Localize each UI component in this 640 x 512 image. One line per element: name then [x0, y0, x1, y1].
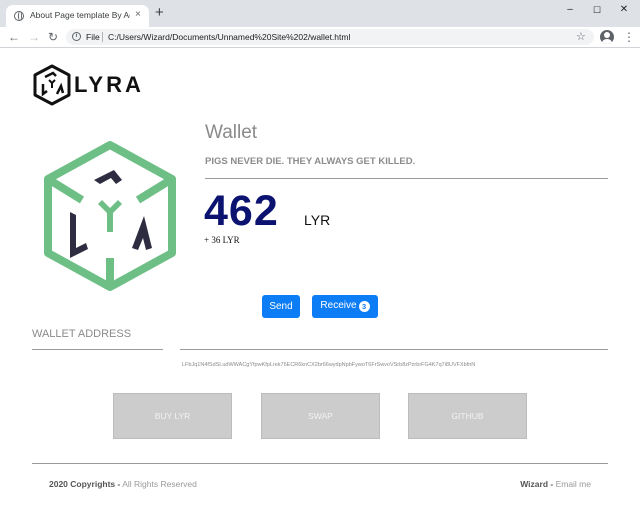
buy-lyr-label: BUY LYR	[154, 411, 191, 421]
star-icon[interactable]: ☆	[576, 29, 586, 45]
receive-count-badge: 3	[358, 300, 370, 312]
balance-amount: 462	[204, 187, 279, 235]
omnibox-divider	[102, 32, 103, 42]
footer-divider	[32, 463, 608, 464]
swap-button[interactable]: SWAP	[261, 393, 380, 439]
tab-title: About Page template By Adobe	[30, 10, 130, 20]
footer-contact: Wizard - Email me	[520, 479, 591, 490]
browser-tab[interactable]: About Page template By Adobe ×	[6, 5, 149, 27]
back-arrow-icon[interactable]: ←	[8, 28, 20, 46]
email-link[interactable]: Email me	[553, 479, 591, 489]
receive-button-label: Receive	[320, 300, 357, 312]
address-bar[interactable]: i File C:/Users/Wizard/Documents/Unnamed…	[66, 29, 594, 45]
receive-button[interactable]: Receive 3	[312, 295, 378, 318]
footer-copyright: 2020 Copyrights - All Rights Reserved	[49, 479, 197, 490]
browser-toolbar: ← → ↻ i File C:/Users/Wizard/Documents/U…	[0, 27, 640, 48]
divider	[205, 178, 608, 179]
globe-icon	[14, 11, 24, 21]
profile-icon[interactable]	[600, 30, 614, 44]
kebab-menu-icon[interactable]: ⋮	[623, 28, 635, 46]
wallet-tagline: PIGS NEVER DIE. THEY ALWAYS GET KILLED.	[205, 156, 416, 167]
file-label: File	[86, 32, 100, 42]
maximize-button[interactable]: ☐	[587, 2, 607, 18]
send-button[interactable]: Send	[262, 295, 300, 318]
lyra-cube-logo-icon	[33, 64, 71, 106]
buy-lyr-button[interactable]: BUY LYR	[113, 393, 232, 439]
reload-icon[interactable]: ↻	[48, 28, 58, 46]
hero-cube-logo	[42, 140, 178, 292]
send-button-label: Send	[269, 301, 293, 312]
wallet-address-heading: WALLET ADDRESS	[32, 328, 132, 340]
tab-close-icon[interactable]: ×	[135, 8, 141, 22]
balance-change: + 36 LYR	[204, 235, 240, 245]
browser-title-bar: About Page template By Adobe × + – ☐ ✕	[0, 0, 640, 27]
github-label: GITHUB	[451, 411, 484, 421]
forward-arrow-icon[interactable]: →	[28, 28, 40, 46]
info-icon[interactable]: i	[72, 32, 81, 41]
wallet-address-value[interactable]: LFbJq1N4fSdSLudWWACgYfpwKfpLrek76ECR6knC…	[182, 362, 475, 369]
balance-unit: LYR	[304, 212, 331, 228]
divider	[180, 349, 608, 350]
url-text[interactable]: C:/Users/Wizard/Documents/Unnamed%20Site…	[108, 31, 350, 43]
close-window-button[interactable]: ✕	[614, 2, 634, 18]
new-tab-icon[interactable]: +	[155, 5, 164, 21]
github-button[interactable]: GITHUB	[408, 393, 527, 439]
author-name: Wizard -	[520, 479, 554, 489]
lyra-hero-cube-icon	[44, 141, 176, 291]
brand-name: LYRA	[74, 72, 144, 97]
divider	[32, 349, 163, 350]
minimize-button[interactable]: –	[560, 2, 580, 18]
wallet-title: Wallet	[205, 122, 258, 143]
swap-label: SWAP	[308, 411, 333, 421]
copyright-text: All Rights Reserved	[120, 479, 197, 489]
brand-logo[interactable]: LYRA	[32, 64, 152, 106]
copyright-year: 2020 Copyrights -	[49, 479, 121, 489]
